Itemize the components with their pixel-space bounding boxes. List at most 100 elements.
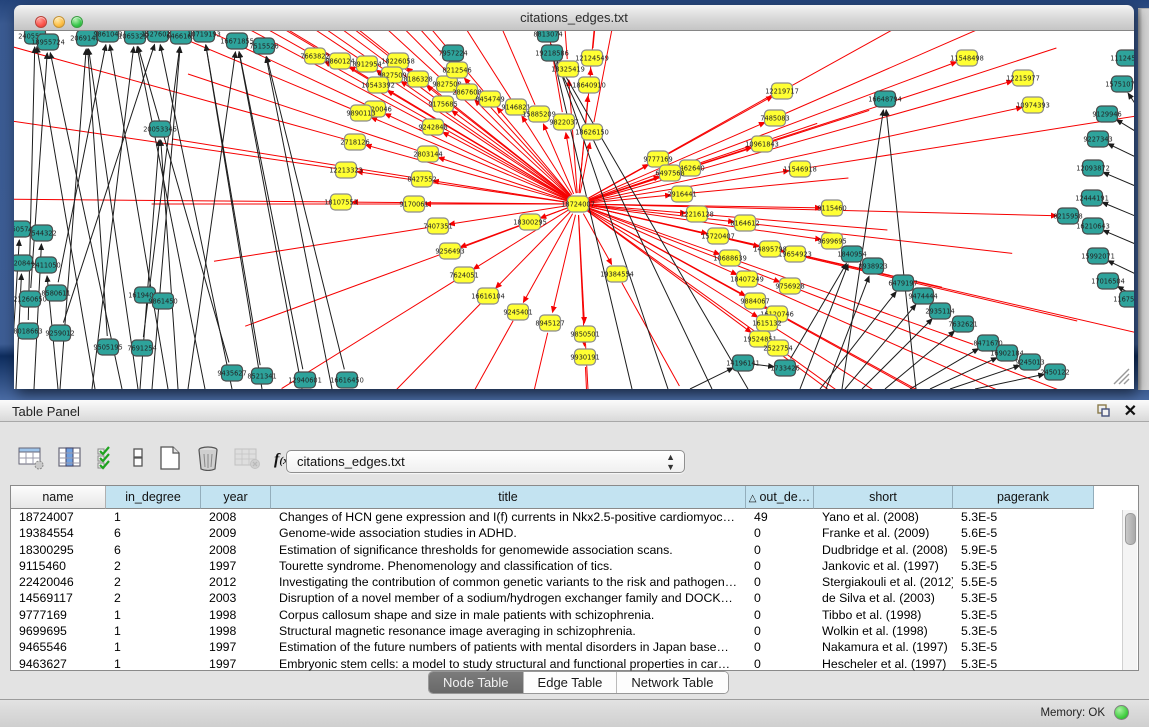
- table-cell[interactable]: 9115460: [11, 558, 106, 574]
- float-panel-icon[interactable]: [1096, 403, 1111, 423]
- table-selector-dropdown[interactable]: citations_edges.txt ▲▼: [286, 450, 685, 473]
- column-header-short[interactable]: short: [814, 486, 953, 509]
- table-cell[interactable]: 14569117: [11, 590, 106, 606]
- table-cell[interactable]: 5.3E-5: [953, 590, 1094, 606]
- column-header-title[interactable]: title: [271, 486, 746, 509]
- table-cell[interactable]: Nakamura et al. (1997): [814, 639, 953, 655]
- background-window-edge[interactable]: [1138, 8, 1149, 390]
- table-cell[interactable]: Hescheler et al. (1997): [814, 656, 953, 672]
- table-row[interactable]: 946554611997Estimation of the future num…: [11, 639, 1124, 655]
- table-cell[interactable]: 1: [106, 656, 201, 672]
- table-cell[interactable]: 18300295: [11, 542, 106, 558]
- table-cell[interactable]: Wolkin et al. (1998): [814, 623, 953, 639]
- network-canvas[interactable]: 1872400776638228860124891295418226058982…: [14, 31, 1134, 389]
- table-cell[interactable]: Stergiakouli et al. (2012): [814, 574, 953, 590]
- tab-node-table[interactable]: Node Table: [429, 672, 524, 693]
- table-cell[interactable]: 1998: [201, 623, 271, 639]
- table-cell[interactable]: 2008: [201, 542, 271, 558]
- table-cell[interactable]: 1: [106, 607, 201, 623]
- table-cell[interactable]: 1: [106, 623, 201, 639]
- table-cell[interactable]: Estimation of significance thresholds fo…: [271, 542, 746, 558]
- table-cell[interactable]: 0: [746, 607, 814, 623]
- table-cell[interactable]: Tourette syndrome. Phenomenology and cla…: [271, 558, 746, 574]
- table-cell[interactable]: 18724007: [11, 509, 106, 525]
- table-cell[interactable]: 5.3E-5: [953, 656, 1094, 672]
- table-cell[interactable]: Disruption of a novel member of a sodium…: [271, 590, 746, 606]
- memory-status-indicator[interactable]: [1114, 705, 1129, 720]
- tab-edge-table[interactable]: Edge Table: [524, 672, 618, 693]
- table-cell[interactable]: 5.3E-5: [953, 623, 1094, 639]
- table-cell[interactable]: 1997: [201, 656, 271, 672]
- table-cell[interactable]: 5.3E-5: [953, 558, 1094, 574]
- table-cell[interactable]: 0: [746, 639, 814, 655]
- table-row[interactable]: 1872400712008Changes of HCN gene express…: [11, 509, 1124, 525]
- table-cell[interactable]: 1998: [201, 607, 271, 623]
- table-cell[interactable]: Estimation of the future numbers of pati…: [271, 639, 746, 655]
- table-row[interactable]: 977716911998Corpus callosum shape and si…: [11, 607, 1124, 623]
- table-cell[interactable]: 6: [106, 525, 201, 541]
- table-cell[interactable]: 0: [746, 623, 814, 639]
- table-cell[interactable]: 0: [746, 574, 814, 590]
- network-window[interactable]: citations_edges.txt 18724007766382288601…: [14, 5, 1134, 389]
- table-row[interactable]: 969969511998Structural magnetic resonanc…: [11, 623, 1124, 639]
- new-column-icon[interactable]: [158, 445, 182, 476]
- table-cell[interactable]: Yano et al. (2008): [814, 509, 953, 525]
- select-all-icon[interactable]: [96, 446, 118, 475]
- network-graph[interactable]: 1872400776638228860124891295418226058982…: [14, 31, 1134, 389]
- table-cell[interactable]: 9463627: [11, 656, 106, 672]
- table-cell[interactable]: 5.6E-5: [953, 525, 1094, 541]
- close-panel-icon[interactable]: ✕: [1124, 401, 1137, 421]
- table-cell[interactable]: 2: [106, 558, 201, 574]
- table-cell[interactable]: 6: [106, 542, 201, 558]
- column-header-year[interactable]: year: [201, 486, 271, 509]
- table-mode-icon[interactable]: [18, 446, 45, 475]
- table-cell[interactable]: 0: [746, 542, 814, 558]
- table-cell[interactable]: 1: [106, 509, 201, 525]
- table-cell[interactable]: 2: [106, 574, 201, 590]
- table-cell[interactable]: 5.3E-5: [953, 639, 1094, 655]
- column-header-in_degree[interactable]: in_degree: [106, 486, 201, 509]
- table-row[interactable]: 946362711997Embryonic stem cells: a mode…: [11, 656, 1124, 672]
- table-cell[interactable]: Dudbridge et al. (2008): [814, 542, 953, 558]
- table-cell[interactable]: 2003: [201, 590, 271, 606]
- vertical-scrollbar[interactable]: [1122, 510, 1137, 670]
- table-cell[interactable]: 1997: [201, 558, 271, 574]
- table-cell[interactable]: 49: [746, 509, 814, 525]
- table-cell[interactable]: 2009: [201, 525, 271, 541]
- show-columns-icon[interactable]: [58, 446, 83, 475]
- table-cell[interactable]: 1: [106, 639, 201, 655]
- network-window-titlebar[interactable]: citations_edges.txt: [14, 5, 1134, 31]
- tab-network-table[interactable]: Network Table: [617, 672, 727, 693]
- table-cell[interactable]: Embryonic stem cells: a model to study s…: [271, 656, 746, 672]
- table-cell[interactable]: 5.5E-5: [953, 574, 1094, 590]
- table-cell[interactable]: Franke et al. (2009): [814, 525, 953, 541]
- table-cell[interactable]: 9777169: [11, 607, 106, 623]
- table-cell[interactable]: de Silva et al. (2003): [814, 590, 953, 606]
- table-cell[interactable]: 2008: [201, 509, 271, 525]
- table-cell[interactable]: 9465546: [11, 639, 106, 655]
- rows-icon[interactable]: [131, 446, 145, 475]
- table-cell[interactable]: Investigating the contribution of common…: [271, 574, 746, 590]
- delete-column-icon[interactable]: [195, 445, 221, 476]
- resize-grip-icon[interactable]: [1112, 367, 1130, 385]
- table-row[interactable]: 2242004622012Investigating the contribut…: [11, 574, 1124, 590]
- table-cell[interactable]: Changes of HCN gene expression and I(f) …: [271, 509, 746, 525]
- table-row[interactable]: 1938455462009Genome-wide association stu…: [11, 525, 1124, 541]
- table-cell[interactable]: 19384554: [11, 525, 106, 541]
- table-cell[interactable]: Corpus callosum shape and size in male p…: [271, 607, 746, 623]
- scrollbar-thumb[interactable]: [1125, 513, 1136, 545]
- table-cell[interactable]: Structural magnetic resonance image aver…: [271, 623, 746, 639]
- column-header-out_de[interactable]: △out_de…: [746, 486, 814, 509]
- column-header-name[interactable]: name: [11, 486, 106, 509]
- table-cell[interactable]: 0: [746, 525, 814, 541]
- table-cell[interactable]: Jankovic et al. (1997): [814, 558, 953, 574]
- table-cell[interactable]: 0: [746, 558, 814, 574]
- table-cell[interactable]: 5.9E-5: [953, 542, 1094, 558]
- table-cell[interactable]: Genome-wide association studies in ADHD.: [271, 525, 746, 541]
- column-header-pagerank[interactable]: pagerank: [953, 486, 1094, 509]
- table-cell[interactable]: 22420046: [11, 574, 106, 590]
- table-row[interactable]: 1830029562008Estimation of significance …: [11, 542, 1124, 558]
- table-cell[interactable]: 1997: [201, 639, 271, 655]
- table-cell[interactable]: 5.3E-5: [953, 509, 1094, 525]
- table-row[interactable]: 911546021997Tourette syndrome. Phenomeno…: [11, 558, 1124, 574]
